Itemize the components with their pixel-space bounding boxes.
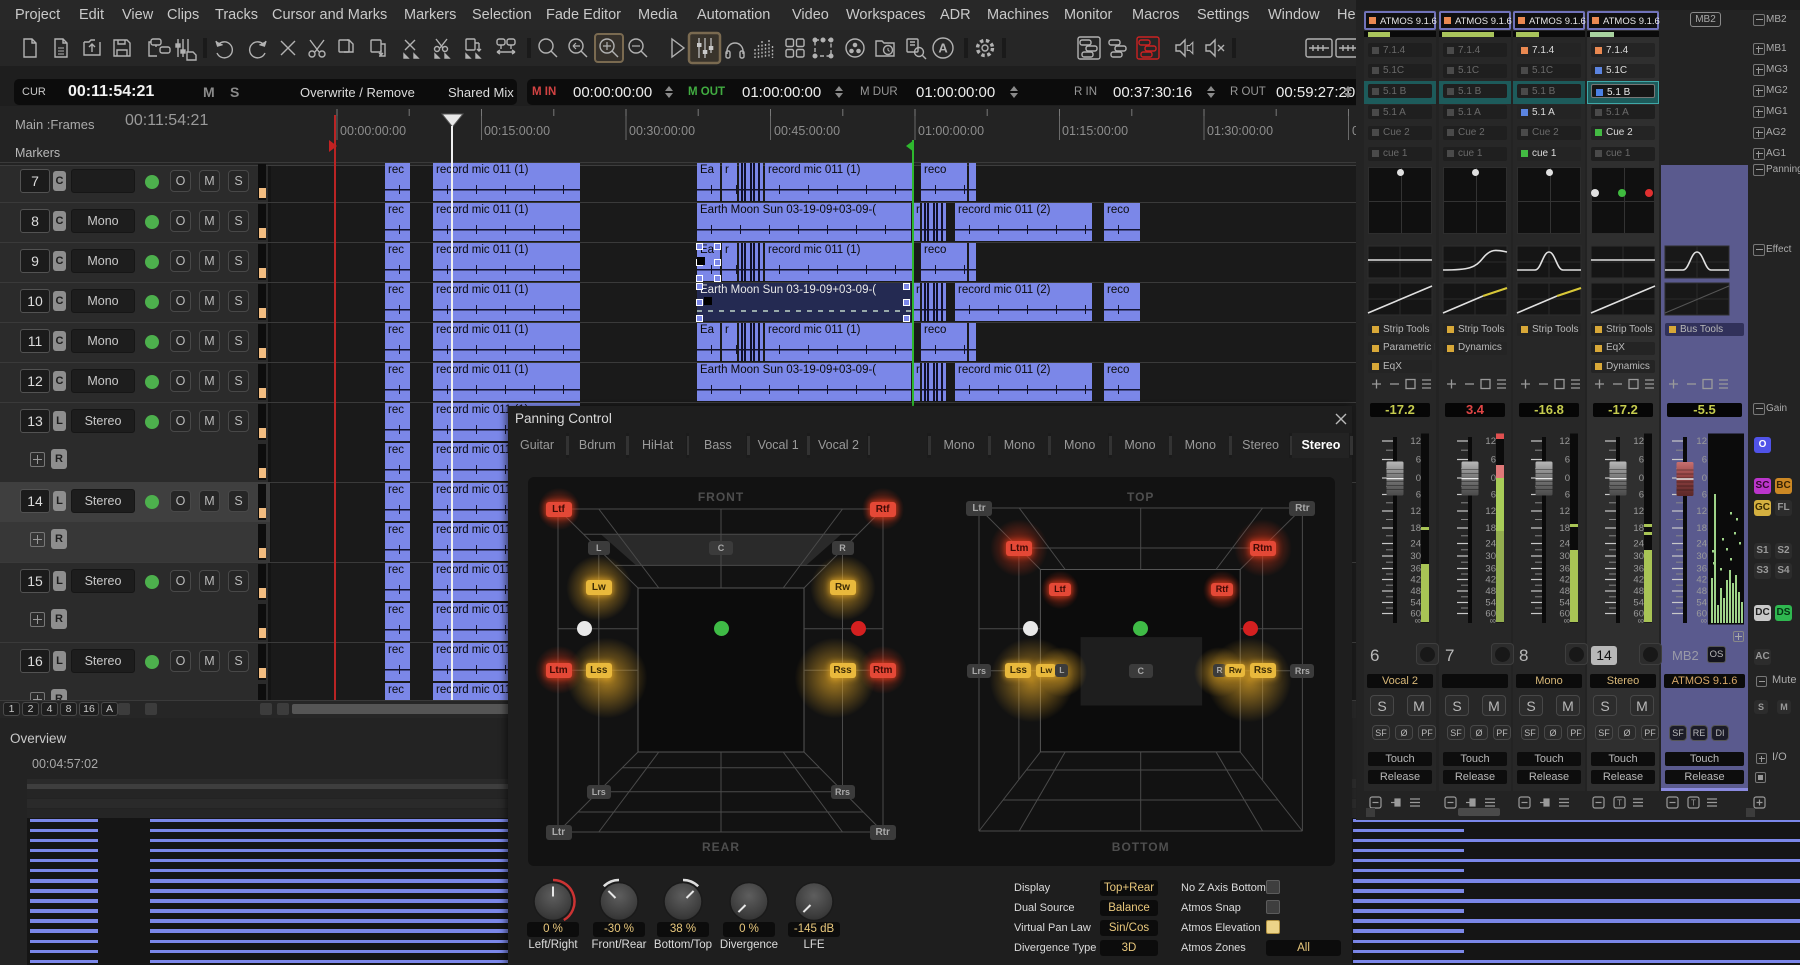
svg-text:01:00:00:00: 01:00:00:00 <box>918 124 984 138</box>
svg-text:∞: ∞ <box>1415 616 1421 626</box>
svg-text:6: 6 <box>1639 455 1644 466</box>
svg-text:12: 12 <box>1410 506 1421 517</box>
svg-text:6: 6 <box>1702 490 1707 501</box>
svg-text:24: 24 <box>1559 539 1570 550</box>
svg-text:12: 12 <box>1559 436 1570 447</box>
svg-text:48: 48 <box>1559 586 1570 597</box>
svg-text:T: T <box>1691 799 1696 808</box>
svg-text:0: 0 <box>1702 473 1707 484</box>
svg-text:36: 36 <box>1485 564 1496 575</box>
svg-text:48: 48 <box>1485 586 1496 597</box>
svg-text:6: 6 <box>1491 490 1496 501</box>
svg-text:54: 54 <box>1633 598 1644 609</box>
svg-text:18: 18 <box>1559 523 1570 534</box>
svg-text:36: 36 <box>1559 564 1570 575</box>
svg-text:12: 12 <box>1410 436 1421 447</box>
svg-text:24: 24 <box>1633 539 1644 550</box>
svg-text:6: 6 <box>1565 455 1570 466</box>
svg-text:6: 6 <box>1416 490 1421 501</box>
svg-text:54: 54 <box>1410 598 1421 609</box>
svg-text:36: 36 <box>1410 564 1421 575</box>
svg-text:T: T <box>1617 799 1622 808</box>
svg-text:48: 48 <box>1633 586 1644 597</box>
svg-text:12: 12 <box>1696 506 1707 517</box>
svg-text:48: 48 <box>1410 586 1421 597</box>
svg-text:0: 0 <box>1639 473 1644 484</box>
svg-text:24: 24 <box>1696 539 1707 550</box>
svg-text:0: 0 <box>1416 473 1421 484</box>
svg-text:36: 36 <box>1633 564 1644 575</box>
svg-text:24: 24 <box>1410 539 1421 550</box>
svg-text:42: 42 <box>1485 575 1496 586</box>
svg-text:30: 30 <box>1696 551 1707 562</box>
svg-text:12: 12 <box>1559 506 1570 517</box>
svg-text:12: 12 <box>1633 506 1644 517</box>
svg-text:54: 54 <box>1696 598 1707 609</box>
svg-text:42: 42 <box>1410 575 1421 586</box>
svg-text:6: 6 <box>1416 455 1421 466</box>
svg-text:12: 12 <box>1633 436 1644 447</box>
svg-text:54: 54 <box>1485 598 1496 609</box>
svg-text:54: 54 <box>1559 598 1570 609</box>
svg-text:30: 30 <box>1559 551 1570 562</box>
svg-text:18: 18 <box>1696 523 1707 534</box>
svg-text:18: 18 <box>1633 523 1644 534</box>
svg-text:00:00:00:00: 00:00:00:00 <box>340 124 406 138</box>
svg-text:48: 48 <box>1696 586 1707 597</box>
svg-text:A: A <box>938 41 948 56</box>
svg-text:18: 18 <box>1410 523 1421 534</box>
svg-text:42: 42 <box>1696 575 1707 586</box>
svg-text:12: 12 <box>1485 506 1496 517</box>
svg-text:6: 6 <box>1639 490 1644 501</box>
svg-text:00:45:00:00: 00:45:00:00 <box>774 124 840 138</box>
svg-text:24: 24 <box>1485 539 1496 550</box>
svg-text:42: 42 <box>1633 575 1644 586</box>
svg-text:30: 30 <box>1485 551 1496 562</box>
svg-text:∞: ∞ <box>1638 616 1644 626</box>
svg-text:30: 30 <box>1633 551 1644 562</box>
svg-text:30: 30 <box>1410 551 1421 562</box>
svg-text:36: 36 <box>1696 564 1707 575</box>
svg-text:6: 6 <box>1702 455 1707 466</box>
svg-text:42: 42 <box>1559 575 1570 586</box>
svg-text:6: 6 <box>1565 490 1570 501</box>
svg-text:01:15:00:00: 01:15:00:00 <box>1062 124 1128 138</box>
svg-text:0: 0 <box>1565 473 1570 484</box>
svg-text:12: 12 <box>1696 436 1707 447</box>
svg-text:12: 12 <box>1485 436 1496 447</box>
svg-text:01:30:00:00: 01:30:00:00 <box>1207 124 1273 138</box>
svg-text:∞: ∞ <box>1564 616 1570 626</box>
svg-text:18: 18 <box>1485 523 1496 534</box>
svg-text:6: 6 <box>1491 455 1496 466</box>
svg-text:0: 0 <box>1491 473 1496 484</box>
svg-text:00:30:00:00: 00:30:00:00 <box>629 124 695 138</box>
svg-text:00:15:00:00: 00:15:00:00 <box>484 124 550 138</box>
svg-text:∞: ∞ <box>1490 616 1496 626</box>
svg-text:∞: ∞ <box>1701 616 1707 626</box>
